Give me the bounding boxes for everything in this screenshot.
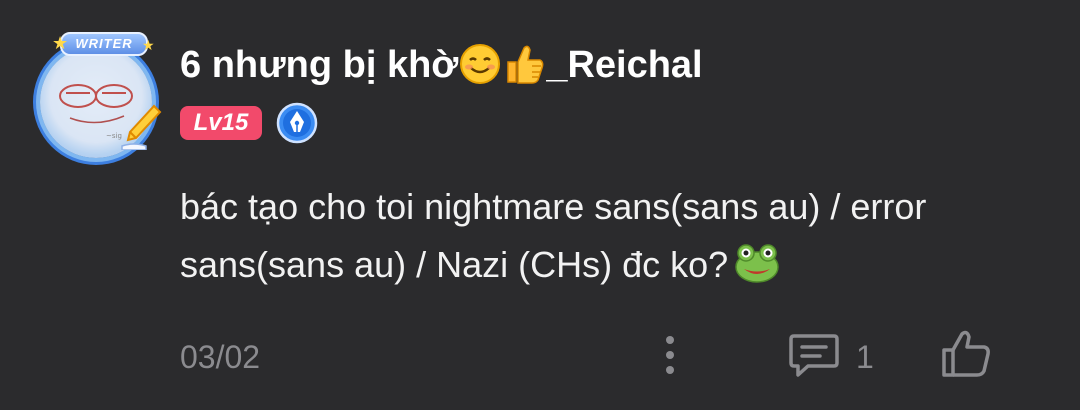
reply-comment-icon[interactable]	[788, 332, 840, 378]
avatar[interactable]: ~sig WRITER ★ ★	[34, 32, 166, 158]
thumbs-up-emoji-icon	[507, 45, 544, 84]
comment-text: bác tạo cho toi nightmare sans(sans au) …	[180, 186, 927, 285]
quill-pen-icon	[121, 104, 162, 150]
comment-date: 03/02	[180, 339, 261, 375]
author-name-suffix: _Reichal	[546, 44, 703, 86]
reply-count[interactable]: 1	[856, 337, 874, 377]
level-badge: Lv15	[180, 106, 262, 140]
pen-nib-badge-icon	[276, 102, 318, 144]
star-icon: ★	[142, 37, 155, 53]
star-icon: ★	[52, 33, 69, 53]
author-name-prefix: 6 nhưng bị khờ	[180, 44, 459, 86]
comment-body: bác tạo cho toi nightmare sans(sans au) …	[180, 178, 1040, 294]
writer-badge: WRITER	[60, 32, 148, 56]
like-thumbs-up-icon[interactable]	[940, 328, 992, 380]
frog-emoji-icon	[735, 244, 779, 283]
smiling-face-emoji-icon	[460, 44, 501, 84]
author-name[interactable]: 6 nhưng bị khờ _Reichal	[180, 40, 703, 90]
more-options-icon[interactable]	[660, 334, 680, 376]
comment-item: ~sig WRITER ★ ★ 6 nhưng bị khờ _Reichal …	[0, 0, 1080, 410]
